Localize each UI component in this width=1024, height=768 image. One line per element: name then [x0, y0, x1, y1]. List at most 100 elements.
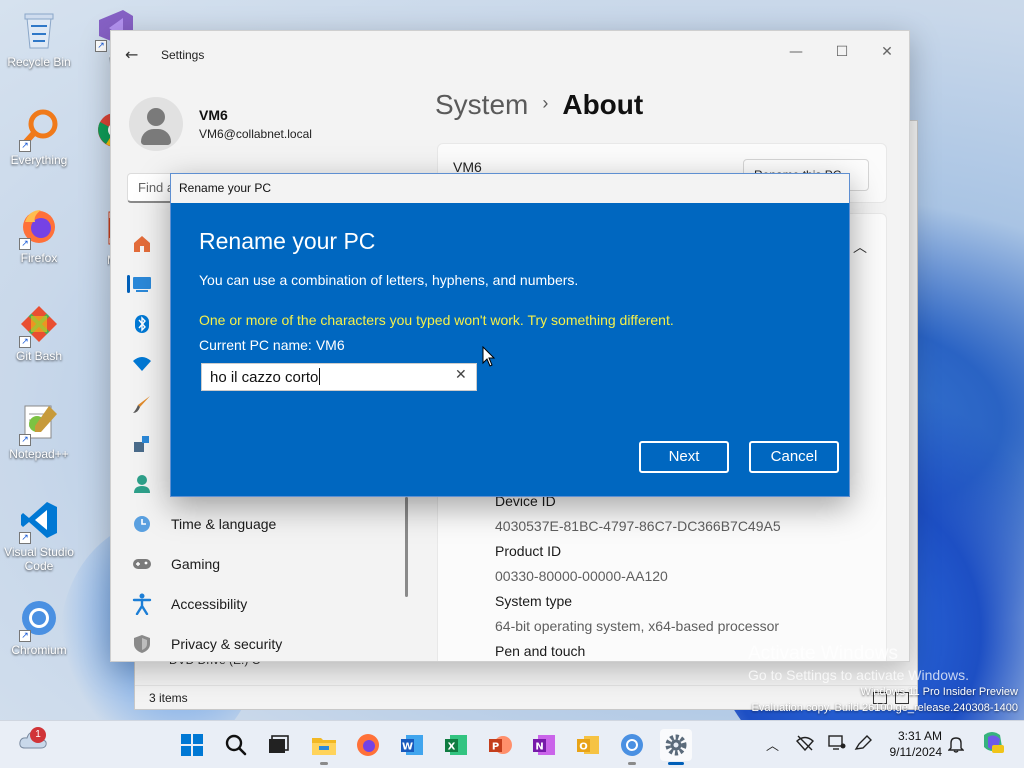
breadcrumb-parent[interactable]: System: [435, 89, 528, 120]
svg-text:X: X: [448, 742, 456, 753]
nav-scrollbar[interactable]: [405, 497, 408, 597]
network-icon: [131, 353, 153, 375]
settings-titlebar: ← Settings — ☐ ✕: [111, 31, 909, 79]
user-profile[interactable]: VM6 VM6@collabnet.local: [129, 97, 312, 151]
maximize-button[interactable]: ☐: [827, 39, 857, 65]
notification-bell-icon[interactable]: [947, 735, 965, 757]
error-message: One or more of the characters you typed …: [199, 312, 674, 328]
system-clock[interactable]: 3:31 AM 9/11/2024: [880, 728, 943, 760]
avatar: [129, 97, 183, 151]
clear-input-icon[interactable]: ✕: [455, 367, 467, 383]
desktop-icon-notepad-plus-plus[interactable]: ↗ Notepad++: [2, 400, 76, 461]
network-disconnected-icon[interactable]: [796, 735, 814, 755]
taskbar: W X P N O ︿: [0, 720, 1024, 768]
time-language-icon: [131, 513, 153, 535]
search-icon[interactable]: [220, 729, 252, 761]
eval-edition: Windows 11 Pro Insider Preview: [860, 686, 1018, 698]
spec-label: Pen and touch: [495, 643, 586, 659]
breadcrumb: System › About: [435, 89, 643, 121]
chevron-up-icon[interactable]: ︿: [853, 237, 867, 257]
privacy-shield-icon: [131, 633, 153, 655]
item-count: 3 items: [149, 691, 188, 705]
back-arrow-icon[interactable]: ←: [125, 45, 145, 65]
accessibility-icon: [131, 593, 153, 615]
display-icon[interactable]: [828, 735, 846, 755]
nav-item-network[interactable]: [131, 353, 171, 375]
shortcut-arrow-icon: ↗: [19, 532, 31, 544]
page-title: About: [562, 89, 644, 120]
desktop-icon-vscode[interactable]: ↗ Visual Studio Code: [2, 498, 76, 573]
svg-text:N: N: [535, 742, 543, 753]
task-view-icon[interactable]: [262, 729, 294, 761]
word-icon[interactable]: W: [396, 729, 428, 761]
minimize-button[interactable]: —: [781, 39, 811, 65]
desktop-icon-label: Chromium: [11, 643, 67, 657]
shortcut-arrow-icon: ↗: [19, 336, 31, 348]
shortcut-arrow-icon: ↗: [19, 140, 31, 152]
nav-item-accounts[interactable]: [131, 473, 171, 495]
svg-text:P: P: [492, 742, 499, 753]
nav-label: Privacy & security: [171, 636, 283, 652]
nav-item-accessibility[interactable]: Accessibility: [131, 593, 247, 615]
gaming-icon: [131, 553, 153, 575]
desktop-icon-label: Notepad++: [9, 447, 69, 461]
nav-label: Gaming: [171, 556, 221, 572]
everything-search-icon: ↗: [17, 106, 61, 152]
rename-pc-dialog[interactable]: Rename your PC Rename your PC You can us…: [170, 173, 850, 497]
spec-value: 00330-80000-00000-AA120: [495, 568, 668, 584]
nav-item-privacy-security[interactable]: Privacy & security: [131, 633, 282, 655]
nav-item-apps[interactable]: [131, 433, 171, 455]
desktop-icon-everything[interactable]: ↗ Everything: [2, 106, 76, 167]
nav-label: Time & language: [171, 516, 277, 532]
powerpoint-icon[interactable]: P: [484, 729, 516, 761]
text-caret: [319, 368, 321, 385]
current-pc-name-label: Current PC name:: [199, 337, 312, 353]
watermark-title: Activate Windows: [748, 643, 898, 664]
watermark-subtitle: Go to Settings to activate Windows.: [748, 667, 969, 683]
spec-value: 4030537E-81BC-4797-86C7-DC366B7C49A5: [495, 518, 781, 534]
nav-item-time-language[interactable]: Time & language: [131, 513, 276, 535]
desktop-icon-firefox[interactable]: ↗ Firefox: [2, 204, 76, 265]
start-icon[interactable]: [176, 729, 208, 761]
current-pc-name: Current PC name: VM6: [199, 337, 345, 353]
onenote-icon[interactable]: N: [528, 729, 560, 761]
pc-name-input[interactable]: ho il cazzo corto: [201, 363, 477, 391]
recycle-bin-icon: [17, 8, 61, 52]
outlook-icon[interactable]: O: [572, 729, 604, 761]
nav-label: Accessibility: [171, 596, 248, 612]
chevron-up-icon[interactable]: ︿: [766, 735, 779, 754]
nav-item-gaming[interactable]: Gaming: [131, 553, 220, 575]
desktop-icon-git-bash[interactable]: ↗ Git Bash: [2, 302, 76, 363]
mouse-cursor-icon: [482, 345, 496, 372]
current-pc-name-value: VM6: [315, 337, 345, 353]
nav-item-personalization[interactable]: [131, 393, 171, 415]
firefox-icon[interactable]: [352, 729, 384, 761]
desktop-icon-label: Visual Studio Code: [4, 545, 74, 573]
spec-label: System type: [495, 593, 573, 609]
shortcut-arrow-icon: ↗: [19, 434, 31, 446]
apps-icon: [131, 433, 153, 455]
svg-text:O: O: [579, 742, 588, 753]
personalization-icon: [131, 393, 153, 415]
pen-workspace-icon[interactable]: [854, 735, 872, 755]
excel-icon[interactable]: X: [440, 729, 472, 761]
cancel-button[interactable]: Cancel: [749, 441, 839, 473]
desktop-icon-chromium[interactable]: ↗ Chromium: [2, 596, 76, 657]
window-title: Settings: [161, 48, 205, 62]
nav-item-bluetooth[interactable]: [131, 313, 171, 335]
nav-item-system[interactable]: [131, 273, 171, 295]
copilot-icon[interactable]: [980, 731, 1006, 759]
git-bash-icon: ↗: [17, 302, 61, 348]
settings-gear-icon[interactable]: [660, 729, 692, 765]
chromium-icon[interactable]: [616, 729, 648, 765]
close-button[interactable]: ✕: [872, 39, 902, 65]
pc-name-input-value: ho il cazzo corto: [210, 369, 319, 386]
desktop-icon-recycle-bin[interactable]: Recycle Bin: [2, 8, 76, 69]
file-explorer-icon[interactable]: [308, 729, 340, 765]
firefox-icon: ↗: [17, 204, 61, 250]
shortcut-arrow-icon: ↗: [19, 238, 31, 250]
nav-item-home[interactable]: [131, 233, 171, 255]
desktop-icon-label: Everything: [10, 153, 68, 167]
evaluation-build-text: Windows 11 Pro Insider Preview Evaluatio…: [752, 684, 1018, 716]
next-button[interactable]: Next: [639, 441, 729, 473]
